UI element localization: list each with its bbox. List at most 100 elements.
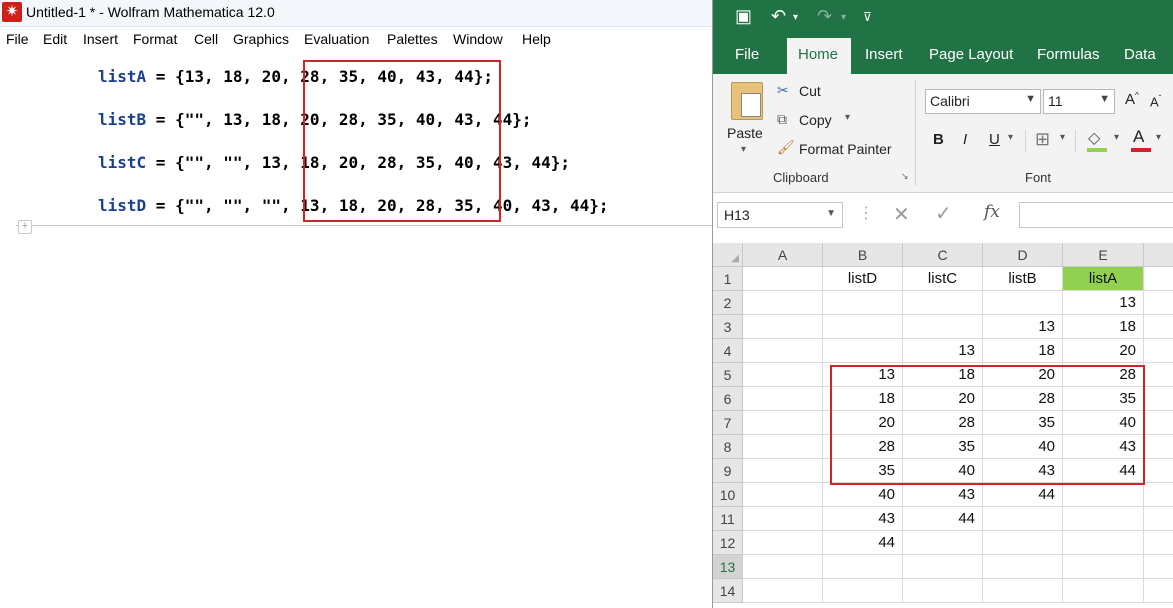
format-painter-button[interactable]: Format Painter (799, 141, 892, 157)
cell-A6[interactable] (743, 387, 823, 411)
bold-button[interactable]: B (933, 131, 944, 148)
menu-insert[interactable]: Insert (83, 31, 118, 47)
menu-help[interactable]: Help (522, 31, 551, 47)
cell-A11[interactable] (743, 507, 823, 531)
format-painter-icon[interactable]: 🖌 (777, 139, 795, 156)
fill-color-dropdown-icon[interactable]: ▾ (1114, 132, 1119, 143)
cell-B4[interactable] (823, 339, 903, 363)
cell-D5[interactable]: 20 (983, 363, 1063, 387)
drag-handle-icon[interactable]: ⋮ (858, 203, 874, 223)
cell-C12[interactable] (903, 531, 983, 555)
cell-E14[interactable] (1063, 579, 1144, 603)
underline-dropdown-icon[interactable]: ▾ (1008, 132, 1013, 143)
save-icon[interactable]: ▣ (735, 6, 752, 27)
tab-formulas[interactable]: Formulas (1037, 46, 1100, 63)
cell-C11[interactable]: 44 (903, 507, 983, 531)
cell-C9[interactable]: 40 (903, 459, 983, 483)
row-header-1[interactable]: 1 (713, 267, 743, 291)
header-cell-D[interactable]: listB (983, 267, 1063, 291)
column-header-D[interactable]: D (983, 243, 1063, 267)
cell-A5[interactable] (743, 363, 823, 387)
menu-palettes[interactable]: Palettes (387, 31, 438, 47)
row-header-13[interactable]: 13 (713, 555, 743, 579)
cell-D7[interactable]: 35 (983, 411, 1063, 435)
cell-E3[interactable]: 18 (1063, 315, 1144, 339)
cell-B12[interactable]: 44 (823, 531, 903, 555)
cell-E11[interactable] (1063, 507, 1144, 531)
cell-E7[interactable]: 40 (1063, 411, 1144, 435)
decrease-font-size-icon[interactable]: Aˇ (1150, 94, 1161, 109)
paste-button[interactable]: Paste (727, 125, 763, 141)
underline-button[interactable]: U (989, 131, 1000, 148)
borders-dropdown-icon[interactable]: ▾ (1060, 132, 1065, 143)
font-name-select[interactable]: Calibri ▼ (925, 89, 1041, 114)
cell-D3[interactable]: 13 (983, 315, 1063, 339)
menu-evaluation[interactable]: Evaluation (304, 31, 369, 47)
paste-dropdown-icon[interactable]: ▾ (741, 144, 746, 155)
cell-B2[interactable] (823, 291, 903, 315)
enter-icon[interactable]: ✓ (935, 201, 952, 226)
cell-E9[interactable]: 44 (1063, 459, 1144, 483)
tab-home[interactable]: Home (798, 46, 838, 63)
column-header-B[interactable]: B (823, 243, 903, 267)
cell-D13[interactable] (983, 555, 1063, 579)
cancel-icon[interactable]: ✕ (893, 202, 910, 227)
cell-A9[interactable] (743, 459, 823, 483)
cell-D10[interactable]: 44 (983, 483, 1063, 507)
tab-data[interactable]: Data (1124, 46, 1156, 63)
cell-E4[interactable]: 20 (1063, 339, 1144, 363)
cell-E2[interactable]: 13 (1063, 291, 1144, 315)
header-cell-E[interactable]: listA (1063, 267, 1144, 291)
worksheet-grid[interactable]: ◢ A B C D E 1 listD listC listB listA 2 13 3 13 18 4 13 1… (713, 243, 1173, 608)
column-header-E[interactable]: E (1063, 243, 1144, 267)
cell-B8[interactable]: 28 (823, 435, 903, 459)
row-header-7[interactable]: 7 (713, 411, 743, 435)
copy-icon[interactable]: ⧉ (777, 111, 787, 128)
cell-B14[interactable] (823, 579, 903, 603)
cell-E6[interactable]: 35 (1063, 387, 1144, 411)
cell-D4[interactable]: 18 (983, 339, 1063, 363)
cell-A12[interactable] (743, 531, 823, 555)
cell-E10[interactable] (1063, 483, 1144, 507)
dialog-launcher-icon[interactable]: ↘ (901, 171, 909, 182)
borders-icon[interactable]: ⊞ (1035, 129, 1050, 150)
cell-A7[interactable] (743, 411, 823, 435)
name-box[interactable]: H13 ▼ (717, 202, 843, 228)
cell-D14[interactable] (983, 579, 1063, 603)
cell-B5[interactable]: 13 (823, 363, 903, 387)
menu-format[interactable]: Format (133, 31, 177, 47)
cell-C10[interactable]: 43 (903, 483, 983, 507)
menu-cell[interactable]: Cell (194, 31, 218, 47)
menu-graphics[interactable]: Graphics (233, 31, 289, 47)
cell-C6[interactable]: 20 (903, 387, 983, 411)
cut-button[interactable]: Cut (799, 83, 821, 99)
cell-B6[interactable]: 18 (823, 387, 903, 411)
cell-D8[interactable]: 40 (983, 435, 1063, 459)
column-header-A[interactable]: A (743, 243, 823, 267)
add-cell-icon[interactable]: + (18, 220, 32, 234)
cell-C13[interactable] (903, 555, 983, 579)
cell-C14[interactable] (903, 579, 983, 603)
cell-C4[interactable]: 13 (903, 339, 983, 363)
row-header-4[interactable]: 4 (713, 339, 743, 363)
cell-E12[interactable] (1063, 531, 1144, 555)
cell-A10[interactable] (743, 483, 823, 507)
cell-C7[interactable]: 28 (903, 411, 983, 435)
cell-D12[interactable] (983, 531, 1063, 555)
cell-E13[interactable] (1063, 555, 1144, 579)
row-header-2[interactable]: 2 (713, 291, 743, 315)
cell-A13[interactable] (743, 555, 823, 579)
row-header-8[interactable]: 8 (713, 435, 743, 459)
cell-A3[interactable] (743, 315, 823, 339)
row-header-9[interactable]: 9 (713, 459, 743, 483)
tab-insert[interactable]: Insert (865, 46, 903, 63)
cell-E5[interactable]: 28 (1063, 363, 1144, 387)
row-header-11[interactable]: 11 (713, 507, 743, 531)
row-header-10[interactable]: 10 (713, 483, 743, 507)
notebook-area[interactable]: listA = {13, 18, 20, 28, 35, 40, 43, 44}… (0, 53, 712, 608)
increase-font-size-icon[interactable]: A^ (1125, 91, 1139, 108)
cut-icon[interactable]: ✂ (777, 82, 789, 99)
cell-C8[interactable]: 35 (903, 435, 983, 459)
cell-D9[interactable]: 43 (983, 459, 1063, 483)
row-header-5[interactable]: 5 (713, 363, 743, 387)
